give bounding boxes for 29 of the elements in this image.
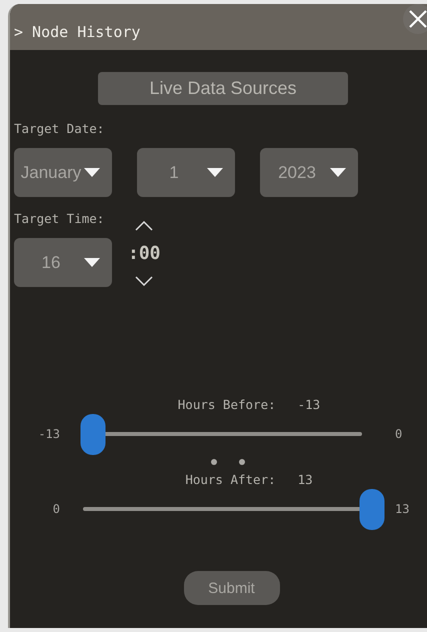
live-data-sources-button[interactable]: Live Data Sources (98, 72, 348, 105)
slider-thumb[interactable] (80, 414, 106, 454)
close-icon (408, 9, 427, 29)
slider-value: 13 (298, 472, 313, 487)
slider-label: Hours Before: (178, 397, 276, 412)
window-title: > Node History (14, 23, 140, 41)
dropdown[interactable]: 1 (137, 148, 235, 197)
slider-thumb[interactable] (360, 488, 384, 530)
slider-value: -13 (298, 397, 320, 412)
caret-icon (330, 168, 346, 177)
target-time-label: Target Time: (14, 211, 104, 226)
minutes-value: :00 (128, 243, 161, 264)
target-date-label: Target Date: (14, 121, 104, 136)
caret-icon (84, 168, 100, 177)
caret-icon (84, 258, 100, 267)
submit-button[interactable]: Submit (184, 571, 280, 605)
dropdown[interactable]: 2023 (260, 148, 358, 197)
chevron-down-icon[interactable] (135, 276, 154, 286)
slider-max-label: 13 (395, 502, 410, 516)
chevron-up-icon[interactable] (135, 221, 154, 231)
dropdown[interactable]: 16 (14, 238, 112, 287)
slider-max-label: 0 (395, 427, 404, 441)
slider-min-label: -13 (37, 427, 60, 441)
slider-label: Hours After: (185, 472, 276, 487)
close-button[interactable] (403, 4, 427, 34)
page-dots-icon (210, 458, 246, 466)
caret-icon (207, 168, 223, 177)
dropdown[interactable]: January (14, 148, 112, 197)
slider-min-label: 0 (52, 502, 60, 516)
